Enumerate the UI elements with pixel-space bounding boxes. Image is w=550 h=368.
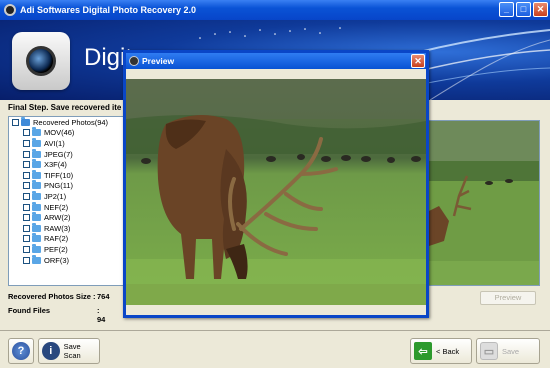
back-arrow-icon: ⇦ xyxy=(414,342,432,360)
folder-icon xyxy=(32,180,41,190)
folder-icon xyxy=(32,243,41,253)
tree-item[interactable]: JPEG(7) xyxy=(9,148,139,160)
close-button[interactable]: ✕ xyxy=(533,2,548,17)
recovered-tree: Recovered Photos(94) MOV(46) AVI(1) JPEG(7… xyxy=(8,116,140,286)
item-checkbox[interactable] xyxy=(23,182,30,190)
preview-close-button[interactable]: ✕ xyxy=(411,54,425,68)
tree-item-label: PNG(11) xyxy=(44,181,74,191)
step-label: Final Step. Save recovered ite xyxy=(8,103,122,112)
tree-item-label: RAW(3) xyxy=(44,223,71,233)
tree-item-label: JPEG(7) xyxy=(44,149,73,159)
item-checkbox[interactable] xyxy=(23,256,30,264)
info-icon: i xyxy=(42,342,60,360)
camera-logo-icon xyxy=(12,32,70,90)
recovered-size-row: Recovered Photos Size : 764 xyxy=(8,292,110,301)
recovered-size-value: 764 xyxy=(97,292,110,301)
tree-item-label: ORF(3) xyxy=(44,255,69,265)
item-checkbox[interactable] xyxy=(23,192,30,200)
folder-icon xyxy=(32,137,41,147)
folder-icon xyxy=(32,169,41,179)
tree-item[interactable]: X3F(4) xyxy=(9,159,139,170)
tree-item[interactable]: RAW(3) xyxy=(9,222,139,234)
item-checkbox[interactable] xyxy=(23,214,30,222)
tree-root[interactable]: Recovered Photos(94) xyxy=(9,117,139,128)
item-checkbox[interactable] xyxy=(23,139,30,147)
preview-button[interactable]: Preview xyxy=(480,291,536,305)
found-files-row: Found Files : 94 xyxy=(8,306,105,324)
preview-title-bar: Preview ✕ xyxy=(126,53,426,69)
maximize-button[interactable]: □ xyxy=(516,2,531,17)
tree-item[interactable]: ARW(2) xyxy=(9,212,139,223)
app-icon xyxy=(129,56,139,66)
item-checkbox[interactable] xyxy=(23,235,30,243)
back-button[interactable]: ⇦ < Back xyxy=(410,338,472,364)
recovered-size-label: Recovered Photos Size : xyxy=(8,292,96,301)
folder-icon xyxy=(32,201,41,211)
minimize-button[interactable]: _ xyxy=(499,2,514,17)
found-files-value: : 94 xyxy=(97,306,106,324)
thumbnail-panel xyxy=(428,120,540,286)
tree-item[interactable]: NEF(2) xyxy=(9,201,139,213)
folder-icon xyxy=(32,233,41,243)
folder-icon xyxy=(32,222,41,232)
tree-item-label: ARW(2) xyxy=(44,213,71,223)
found-files-label: Found Files xyxy=(8,306,51,315)
title-bar: Adi Softwares Digital Photo Recovery 2.0… xyxy=(0,0,550,20)
preview-title: Preview xyxy=(142,56,175,66)
tree-item[interactable]: ORF(3) xyxy=(9,254,139,266)
tree-item-label: MOV(46) xyxy=(44,128,75,138)
tree-root-label: Recovered Photos(94) xyxy=(33,117,109,127)
tree-item[interactable]: AVI(1) xyxy=(9,137,139,149)
folder-icon xyxy=(32,212,41,222)
tree-item-label: JP2(1) xyxy=(44,191,67,201)
folder-icon xyxy=(32,127,41,137)
save-scan-button[interactable]: i Save Scan xyxy=(38,338,100,364)
tree-item[interactable]: JP2(1) xyxy=(9,190,139,202)
tree-item-label: PEF(2) xyxy=(44,244,68,254)
thumbnail-image xyxy=(429,121,539,285)
tree-item[interactable]: PNG(11) xyxy=(9,180,139,192)
item-checkbox[interactable] xyxy=(23,161,30,169)
disk-icon: ▭ xyxy=(480,342,498,360)
item-checkbox[interactable] xyxy=(23,203,30,211)
window-controls: _ □ ✕ xyxy=(499,2,548,17)
save-button[interactable]: ▭ Save xyxy=(476,338,540,364)
item-checkbox[interactable] xyxy=(23,245,30,253)
preview-dialog: Preview ✕ xyxy=(123,50,429,318)
tree-item[interactable]: PEF(2) xyxy=(9,243,139,255)
folder-icon xyxy=(21,117,30,126)
root-checkbox[interactable] xyxy=(12,118,19,126)
tree-item-label: TIFF(10) xyxy=(44,170,74,180)
tree-item-label: AVI(1) xyxy=(44,138,65,148)
tree-item-label: NEF(2) xyxy=(44,202,69,212)
folder-icon xyxy=(32,159,41,169)
app-icon xyxy=(4,4,16,16)
tree-item[interactable]: MOV(46) xyxy=(9,127,139,139)
item-checkbox[interactable] xyxy=(23,224,30,232)
item-checkbox[interactable] xyxy=(23,171,30,179)
item-checkbox[interactable] xyxy=(23,150,30,158)
folder-icon xyxy=(32,190,41,200)
save-scan-label: Save Scan xyxy=(63,342,81,360)
tree-item-label: X3F(4) xyxy=(44,160,67,170)
tree-item[interactable]: RAF(2) xyxy=(9,233,139,245)
question-icon: ? xyxy=(12,342,30,360)
save-label: Save xyxy=(502,346,520,356)
item-checkbox[interactable] xyxy=(23,129,30,137)
footer-divider xyxy=(0,330,550,331)
window-title: Adi Softwares Digital Photo Recovery 2.0 xyxy=(20,5,197,15)
tree-item[interactable]: TIFF(10) xyxy=(9,169,139,181)
back-label: < Back xyxy=(436,346,460,356)
help-button[interactable]: ? xyxy=(8,338,34,364)
tree-item-label: RAF(2) xyxy=(44,234,69,244)
folder-icon xyxy=(32,148,41,158)
folder-icon xyxy=(32,254,41,264)
preview-image xyxy=(126,79,426,305)
